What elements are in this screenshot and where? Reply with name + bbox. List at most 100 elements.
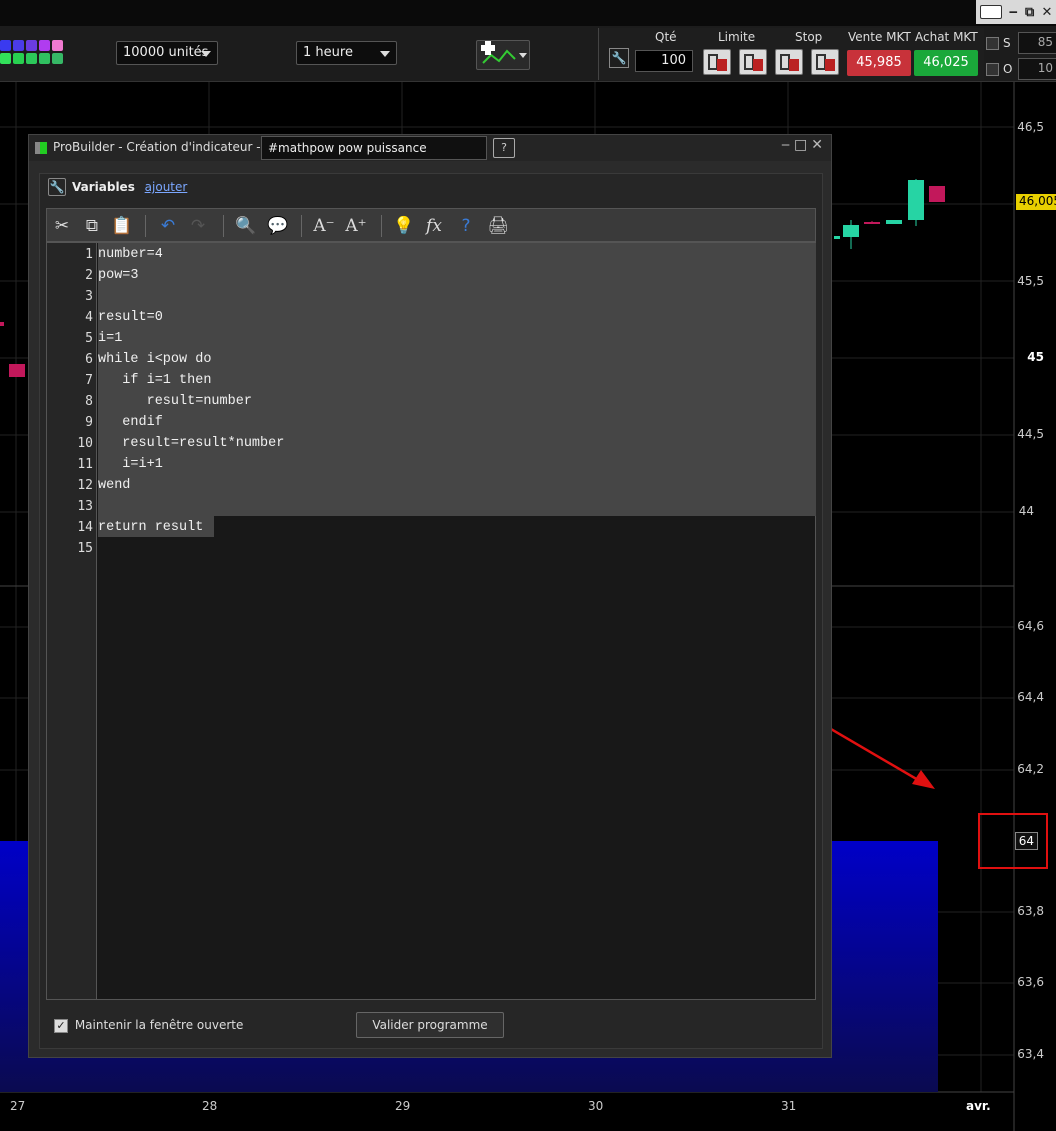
probuilder-body: 🔧 Variables ajouter ✂ ⧉ 📋 ↶ ↷ 🔍 💬 A⁻ A⁺ …: [39, 173, 823, 1049]
close-icon[interactable]: ✕: [1042, 5, 1053, 20]
function-icon[interactable]: fx: [423, 215, 445, 237]
line-number: 2: [85, 268, 93, 283]
validate-program-button[interactable]: Valider programme: [356, 1012, 504, 1038]
x-tick-label: 27: [10, 1099, 26, 1113]
sell-mkt-label: Vente MKT: [848, 30, 911, 44]
add-variable-link[interactable]: ajouter: [145, 180, 188, 194]
add-indicator-button[interactable]: [476, 40, 530, 70]
code-line: result=0: [98, 310, 163, 325]
period-select[interactable]: 1 heure: [296, 41, 397, 65]
y-tick-label: 63,8: [1017, 904, 1044, 918]
line-number: 7: [85, 373, 93, 388]
code-line: pow=3: [98, 268, 139, 283]
comment-icon[interactable]: 💬: [267, 215, 289, 237]
cut-icon[interactable]: ✂: [51, 215, 73, 237]
o-value-input[interactable]: 10: [1018, 58, 1056, 80]
line-number: 14: [77, 520, 93, 535]
window-controls: ‒ ⧉ ✕: [976, 0, 1056, 24]
x-tick-label: 31: [781, 1099, 797, 1113]
help-icon[interactable]: ?: [455, 215, 477, 237]
wrench-icon[interactable]: 🔧: [48, 178, 66, 196]
y-tick-label: 63,6: [1017, 975, 1044, 989]
decrease-font-icon[interactable]: A⁻: [313, 215, 335, 237]
lightbulb-icon[interactable]: 💡: [393, 215, 415, 237]
y-tick-label: 45,5: [1017, 274, 1044, 288]
keep-open-checkbox-row[interactable]: ✓ Maintenir la fenêtre ouverte: [54, 1018, 243, 1033]
buy-mkt-button[interactable]: 46,025: [914, 50, 978, 76]
qty-label: Qté: [655, 30, 677, 44]
keep-open-checkbox[interactable]: ✓: [54, 1018, 68, 1033]
line-number: 5: [85, 331, 93, 346]
code-line: return result: [98, 520, 204, 535]
line-number: 6: [85, 352, 93, 367]
probuilder-title: ProBuilder - Création d'indicateur -: [53, 140, 261, 154]
s-checkbox[interactable]: [986, 37, 999, 50]
code-line: if i=1 then: [98, 373, 212, 388]
code-editor[interactable]: 1 number=4 2 pow=3 3 4 result=0 5 i=1 6 while i<po…: [46, 242, 816, 1000]
paste-icon[interactable]: 📋: [111, 215, 133, 237]
stop-buy-button[interactable]: [775, 49, 803, 75]
increase-font-icon[interactable]: A⁺: [345, 215, 367, 237]
line-number: 4: [85, 310, 93, 325]
probuilder-window: ProBuilder - Création d'indicateur - #ma…: [28, 134, 832, 1058]
code-line: result=number: [98, 394, 252, 409]
probuilder-window-controls[interactable]: ‒□✕: [781, 137, 827, 153]
stop-label: Stop: [795, 30, 823, 44]
indicator-value-tag: 64: [1014, 832, 1038, 850]
minimize-icon[interactable]: ‒: [1009, 5, 1018, 20]
qty-input[interactable]: 100: [635, 50, 693, 72]
code-line: result=result*number: [98, 436, 285, 451]
buy-mkt-label: Achat MKT: [915, 30, 978, 44]
chevron-down-icon: [201, 51, 211, 57]
line-number: 10: [77, 436, 93, 451]
window-bar: ‒ ⧉ ✕: [0, 0, 1056, 26]
indicator-icon: [481, 41, 527, 64]
help-icon[interactable]: ?: [493, 138, 515, 158]
units-select[interactable]: 10000 unités: [116, 41, 218, 65]
s-value-input[interactable]: 85: [1018, 32, 1056, 54]
code-line: i=1: [98, 331, 123, 346]
indicator-name-input[interactable]: #mathpow pow puissance: [261, 136, 487, 160]
probuilder-logo-icon: [35, 142, 47, 154]
restore-icon[interactable]: ⧉: [1025, 5, 1034, 20]
limit-buy-button[interactable]: [703, 49, 731, 75]
search-icon[interactable]: 🔍: [235, 215, 257, 237]
keyboard-icon[interactable]: [979, 5, 1002, 19]
copy-icon[interactable]: ⧉: [81, 215, 103, 237]
o-checkbox-row[interactable]: O: [986, 62, 1012, 76]
redo-icon[interactable]: ↷: [187, 215, 209, 237]
line-number: 1: [85, 247, 93, 262]
x-tick-label: 30: [588, 1099, 604, 1113]
y-tick-label: 46,5: [1017, 120, 1044, 134]
y-tick-label: 64,6: [1017, 619, 1044, 633]
o-checkbox[interactable]: [986, 63, 999, 76]
limit-sell-button[interactable]: [739, 49, 767, 75]
sell-mkt-button[interactable]: 45,985: [847, 50, 911, 76]
code-line: i=i+1: [98, 457, 163, 472]
print-icon[interactable]: 🖨: [487, 215, 509, 237]
y-tick-label: 64,4: [1017, 690, 1044, 704]
undo-icon[interactable]: ↶: [157, 215, 179, 237]
code-line: while i<pow do: [98, 352, 212, 367]
period-select-value: 1 heure: [303, 45, 353, 60]
code-line: endif: [98, 415, 163, 430]
line-number: 12: [77, 478, 93, 493]
o-label: O: [1003, 62, 1013, 76]
keep-open-label: Maintenir la fenêtre ouverte: [74, 1018, 244, 1032]
x-tick-label: 29: [395, 1099, 411, 1113]
variables-label: Variables: [72, 180, 135, 194]
stop-sell-button[interactable]: [811, 49, 839, 75]
order-panel: 🔧 Qté 100 Limite Stop Vente MKT Achat MK…: [598, 28, 984, 80]
wrench-icon[interactable]: 🔧: [609, 48, 629, 68]
limit-label: Limite: [718, 30, 756, 44]
line-number: 15: [77, 541, 93, 556]
code-line: wend: [98, 478, 131, 493]
color-swatches[interactable]: [0, 40, 63, 64]
probuilder-titlebar[interactable]: ProBuilder - Création d'indicateur - #ma…: [29, 135, 831, 161]
line-number: 13: [77, 499, 93, 514]
s-checkbox-row[interactable]: S: [986, 36, 1011, 50]
x-tick-label: 28: [202, 1099, 218, 1113]
code-line: number=4: [98, 247, 163, 262]
chevron-down-icon: [380, 51, 390, 57]
x-tick-label: avr.: [966, 1099, 991, 1113]
